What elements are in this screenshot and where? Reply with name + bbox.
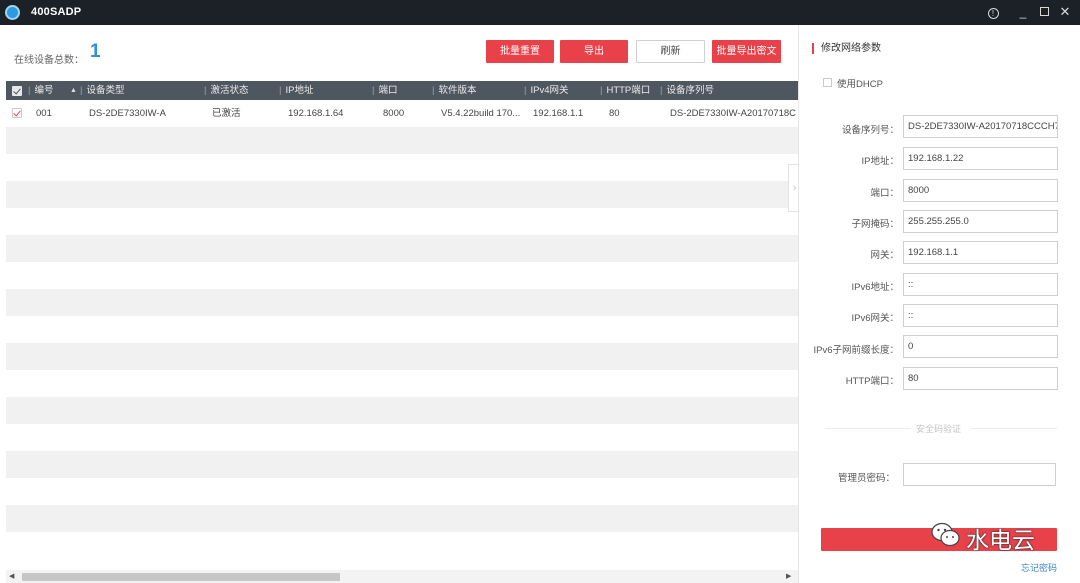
security-code-divider-label: 安全码验证 (916, 424, 962, 434)
export-button[interactable]: 导出 (560, 40, 628, 63)
ipv6-prefix-length-label: IPv6子网前缀长度： (813, 345, 899, 356)
admin-password-label: 管理员密码： (837, 473, 895, 484)
cell-http-port: 80 (609, 108, 620, 119)
cell-device-type: DS-2DE7330IW-A (89, 108, 166, 119)
use-dhcp-checkbox[interactable] (823, 78, 832, 87)
cell-ip-address: 192.168.1.64 (288, 108, 344, 119)
minimize-icon[interactable]: _ (1014, 3, 1032, 21)
horizontal-scrollbar[interactable]: ◀ ▶ (6, 570, 798, 583)
ipv6-gateway-label: IPv6网关： (851, 313, 899, 324)
gateway-label: 网关： (870, 250, 899, 261)
select-all-checkbox[interactable] (12, 86, 22, 96)
ipv6-prefix-length-field[interactable]: 0 (903, 335, 1058, 358)
subnet-mask-field[interactable]: 255.255.255.0 (903, 210, 1058, 233)
empty-row (6, 478, 798, 505)
subnet-mask-label: 子网掩码： (851, 219, 899, 230)
ipv6-address-label: IPv6地址： (851, 282, 899, 293)
sadp-logo-icon (5, 5, 20, 20)
table-row[interactable]: 001 DS-2DE7330IW-A 已激活 192.168.1.64 8000… (6, 100, 798, 127)
network-params-panel: 修改网络参数 使用DHCP 设备序列号： DS-2DE7330IW-A20170… (798, 25, 1080, 583)
scrollbar-thumb[interactable] (22, 573, 340, 581)
cell-ipv4-gateway: 192.168.1.1 (533, 108, 584, 119)
empty-row (6, 316, 798, 343)
device-list-area: 在线设备总数： 1 批量重置 导出 刷新 批量导出密文 | 编号 ▲ | 设备类型 … (0, 25, 798, 583)
empty-row (6, 154, 798, 181)
port-label: 端口： (870, 188, 899, 199)
column-header-ipv4-gateway[interactable]: | IPv4网关 (524, 81, 568, 100)
serial-number-label: 设备序列号： (841, 125, 899, 136)
scroll-left-icon[interactable]: ◀ (9, 572, 17, 580)
divider-line (971, 428, 1057, 429)
column-header-number[interactable]: | 编号 (28, 81, 53, 100)
ip-address-label: IP地址： (861, 156, 899, 167)
close-icon[interactable]: ✕ (1056, 3, 1074, 21)
serial-number-field[interactable]: DS-2DE7330IW-A20170718CCCH7 (903, 115, 1058, 138)
empty-row (6, 451, 798, 478)
empty-row (6, 208, 798, 235)
empty-row (6, 127, 798, 154)
row-checkbox[interactable] (12, 108, 22, 118)
port-field[interactable]: 8000 (903, 179, 1058, 202)
column-header-activation-status[interactable]: | 激活状态 (204, 81, 248, 100)
cell-serial-number: DS-2DE7330IW-A20170718C (670, 108, 797, 119)
online-count-label: 在线设备总数： (14, 55, 84, 66)
batch-reset-button[interactable]: 批量重置 (486, 40, 554, 63)
admin-password-field[interactable] (903, 463, 1056, 486)
cell-software-version: V5.4.22build 170... (441, 108, 521, 119)
cell-number: 001 (36, 108, 52, 119)
divider-line (825, 428, 911, 429)
cell-activation-status: 已激活 (212, 108, 241, 119)
refresh-button[interactable]: 刷新 (636, 40, 705, 63)
empty-row (6, 370, 798, 397)
scroll-right-icon[interactable]: ▶ (786, 572, 794, 580)
empty-row (6, 505, 798, 532)
cell-port: 8000 (383, 108, 405, 119)
maximize-icon[interactable] (1035, 3, 1053, 21)
empty-row (6, 289, 798, 316)
help-icon[interactable]: ! (984, 3, 1002, 21)
empty-row (6, 181, 798, 208)
wechat-icon (931, 522, 960, 547)
batch-export-ciphertext-button[interactable]: 批量导出密文 (712, 40, 781, 63)
empty-row (6, 235, 798, 262)
empty-row (6, 532, 798, 559)
gateway-field[interactable]: 192.168.1.1 (903, 241, 1058, 264)
column-header-serial-number[interactable]: | 设备序列号 (660, 81, 714, 100)
table-header: | 编号 ▲ | 设备类型 | 激活状态 | IP地址 | 端口 | 软件版本 | IPv4网… (6, 81, 798, 100)
app-title: 400SADP (31, 6, 82, 18)
http-port-label: HTTP端口： (845, 376, 899, 387)
ipv6-address-field[interactable]: :: (903, 273, 1058, 296)
column-header-device-type[interactable]: | 设备类型 (80, 81, 124, 100)
ipv6-gateway-field[interactable]: :: (903, 304, 1058, 327)
online-count-value: 1 (90, 41, 101, 62)
watermark-text: 水电云 (966, 528, 1035, 554)
column-header-software-version[interactable]: | 软件版本 (432, 81, 476, 100)
http-port-field[interactable]: 80 (903, 367, 1058, 390)
panel-title: 修改网络参数 (812, 43, 881, 54)
forgot-password-link[interactable]: 忘记密码 (1021, 561, 1057, 574)
column-header-port[interactable]: | 端口 (372, 81, 397, 100)
empty-row (6, 424, 798, 451)
sort-asc-icon[interactable]: ▲ (70, 81, 77, 100)
ip-address-field[interactable]: 192.168.1.22 (903, 147, 1058, 170)
column-header-ip-address[interactable]: | IP地址 (279, 81, 313, 100)
empty-row (6, 397, 798, 424)
title-bar: 400SADP ! _ ✕ (0, 0, 1080, 25)
table-body: 001 DS-2DE7330IW-A 已激活 192.168.1.64 8000… (6, 100, 798, 570)
use-dhcp-label: 使用DHCP (837, 79, 883, 90)
column-header-http-port[interactable]: | HTTP端口 (600, 81, 650, 100)
empty-row (6, 343, 798, 370)
empty-row (6, 262, 798, 289)
